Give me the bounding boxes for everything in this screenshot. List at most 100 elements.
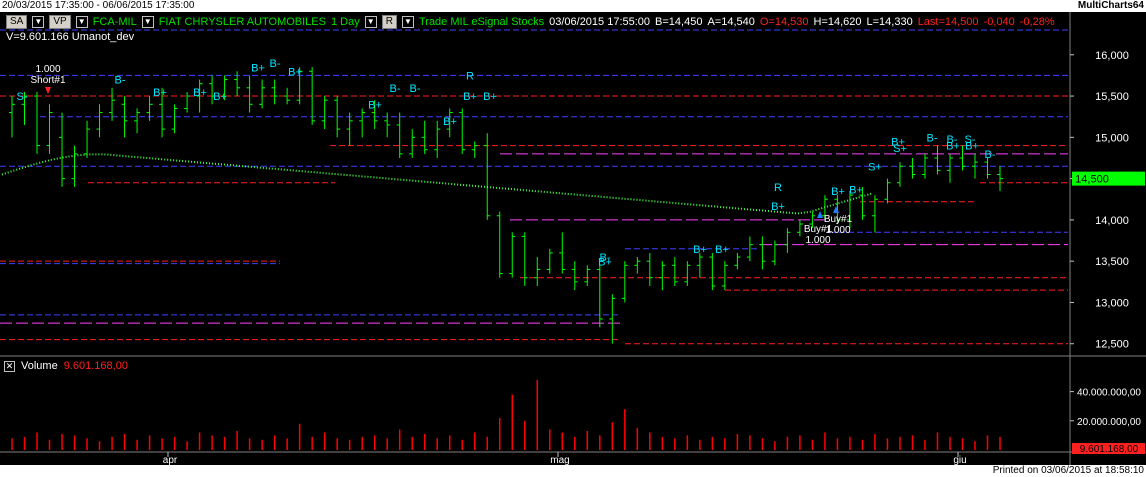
- price-bar: [171, 104, 178, 134]
- price-tick-label: 13,000: [1095, 297, 1129, 309]
- price-bar: [246, 75, 253, 113]
- price-bar: [259, 79, 266, 109]
- short-qty: 1.000: [35, 64, 60, 75]
- price-bar: [271, 79, 278, 105]
- signal-label: B+: [598, 256, 612, 268]
- price-bar: [346, 112, 353, 146]
- chart-canvas[interactable]: S- B- B+ B+ B+ B+ B- B+ B+ B- B- B+ R B+ B+ B- B+ B+ B+ R B+…: [0, 12, 1146, 465]
- signal-label: R: [466, 71, 474, 83]
- signal-label: B+: [443, 116, 457, 128]
- price-bar: [409, 129, 416, 158]
- price-bar: [184, 91, 191, 113]
- price-bar: [621, 261, 628, 303]
- chevron-down-icon[interactable]: ▼: [401, 16, 414, 28]
- data-source-label: Trade MIL eSignal Stocks: [418, 16, 545, 28]
- signal-label: B+: [946, 141, 960, 153]
- price-bar: [884, 178, 891, 204]
- price-bar: [46, 104, 53, 154]
- close-icon[interactable]: ✕: [4, 360, 15, 372]
- price-bar: [34, 91, 41, 154]
- volume-label: Volume: [21, 360, 58, 372]
- time-label: giu: [953, 455, 966, 465]
- price-bar: [496, 211, 503, 278]
- signal-label: B+: [483, 91, 497, 103]
- short-arrow-icon: [45, 87, 51, 94]
- price-bar: [584, 265, 591, 286]
- last-value: Last=14,500: [917, 16, 979, 28]
- price-bar: [721, 261, 728, 291]
- price-bar: [509, 232, 516, 278]
- signal-label: B+: [831, 186, 845, 198]
- price-bar: [559, 232, 566, 274]
- volume-tick-label: 20.000.000,00: [1077, 417, 1141, 428]
- price-bar: [471, 141, 478, 158]
- signal-label: B+: [368, 99, 382, 111]
- price-bar: [709, 252, 716, 291]
- price-bar: [671, 257, 678, 286]
- interval-label: 1 Day: [330, 16, 360, 28]
- price-bar: [646, 252, 653, 286]
- signal-label: B+: [213, 91, 227, 103]
- window-titlebar: 20/03/2015 17:35:00 - 06/06/2015 17:35:0…: [0, 0, 1146, 12]
- signal-label: B+: [715, 244, 729, 256]
- signal-label: B+: [193, 87, 207, 99]
- signal-label: B-: [410, 83, 421, 95]
- open-value: O=14,530: [759, 16, 809, 28]
- moving-average-line: [1, 153, 873, 215]
- buy-qty: 1.000: [805, 235, 830, 246]
- price-bar: [396, 112, 403, 158]
- sa-button[interactable]: SA: [6, 15, 28, 29]
- price-bar: [609, 294, 616, 344]
- price-bar: [771, 240, 778, 266]
- chevron-down-icon[interactable]: ▼: [32, 16, 45, 28]
- price-tick-label: 13,500: [1095, 256, 1129, 268]
- signal-label: B+: [965, 141, 979, 153]
- price-bar: [434, 120, 441, 158]
- volume-pane-header: ✕ Volume 9.601.168,00: [4, 360, 128, 372]
- price-bar: [659, 261, 666, 291]
- price-bar: [696, 252, 703, 278]
- volume-tick-label: 40.000.000,00: [1077, 388, 1141, 399]
- price-bar: [997, 166, 1003, 191]
- chart-header: SA ▼ VP ▼ FCA-MIL ▼ FIAT CHRYSLER AUTOMO…: [0, 14, 1055, 30]
- app-brand: MultiCharts64: [1077, 0, 1144, 11]
- quote-datetime: 03/06/2015 17:55:00: [549, 16, 651, 28]
- signal-label: B+: [463, 91, 477, 103]
- chevron-down-icon[interactable]: ▼: [364, 16, 377, 28]
- price-bar: [534, 257, 541, 286]
- last-price-label: 14,500: [1075, 174, 1109, 186]
- indicator-status: V=9.601.166 Umanot_dev: [6, 31, 135, 43]
- price-tick-label: 16,000: [1095, 50, 1129, 62]
- signal-label: B+: [771, 201, 785, 213]
- price-tick-label: 15,000: [1095, 132, 1129, 144]
- price-bar: [909, 157, 916, 179]
- price-bar: [759, 236, 766, 270]
- price-bar: [134, 108, 141, 134]
- price-bar: [359, 108, 366, 138]
- signal-label: B+: [153, 87, 167, 99]
- vp-button[interactable]: VP: [49, 15, 71, 29]
- symbol-label: FCA-MIL: [92, 16, 137, 28]
- price-bar: [946, 153, 953, 183]
- chart-window[interactable]: S- B- B+ B+ B+ B+ B- B+ B+ B- B- B+ R B+ B+ B- B+ B+ B+ R B+…: [0, 12, 1146, 465]
- price-bar: [796, 219, 803, 237]
- high-value: H=14,620: [813, 16, 862, 28]
- chevron-down-icon[interactable]: ▼: [75, 16, 88, 28]
- chevron-down-icon[interactable]: ▼: [141, 16, 154, 28]
- price-bar: [734, 252, 741, 270]
- signal-label: B-: [270, 58, 281, 70]
- price-bar: [9, 96, 15, 138]
- buy-label: Buy#1: [824, 214, 853, 225]
- low-value: L=14,330: [866, 16, 913, 28]
- buy-qty: 1.000: [825, 225, 850, 236]
- printed-timestamp: Printed on 03/06/2015 at 18:58:10: [992, 465, 1144, 476]
- signal-label: B-: [985, 149, 996, 161]
- price-bar: [109, 87, 116, 121]
- volume-value: 9.601.168,00: [63, 360, 128, 372]
- r-button[interactable]: R: [381, 15, 397, 29]
- buy-arrow-icon: [817, 211, 823, 218]
- company-label: FIAT CHRYSLER AUTOMOBILES: [158, 16, 326, 28]
- signal-label: B+: [288, 66, 302, 78]
- price-tick-label: 14,000: [1095, 215, 1129, 227]
- price-bar: [896, 162, 903, 187]
